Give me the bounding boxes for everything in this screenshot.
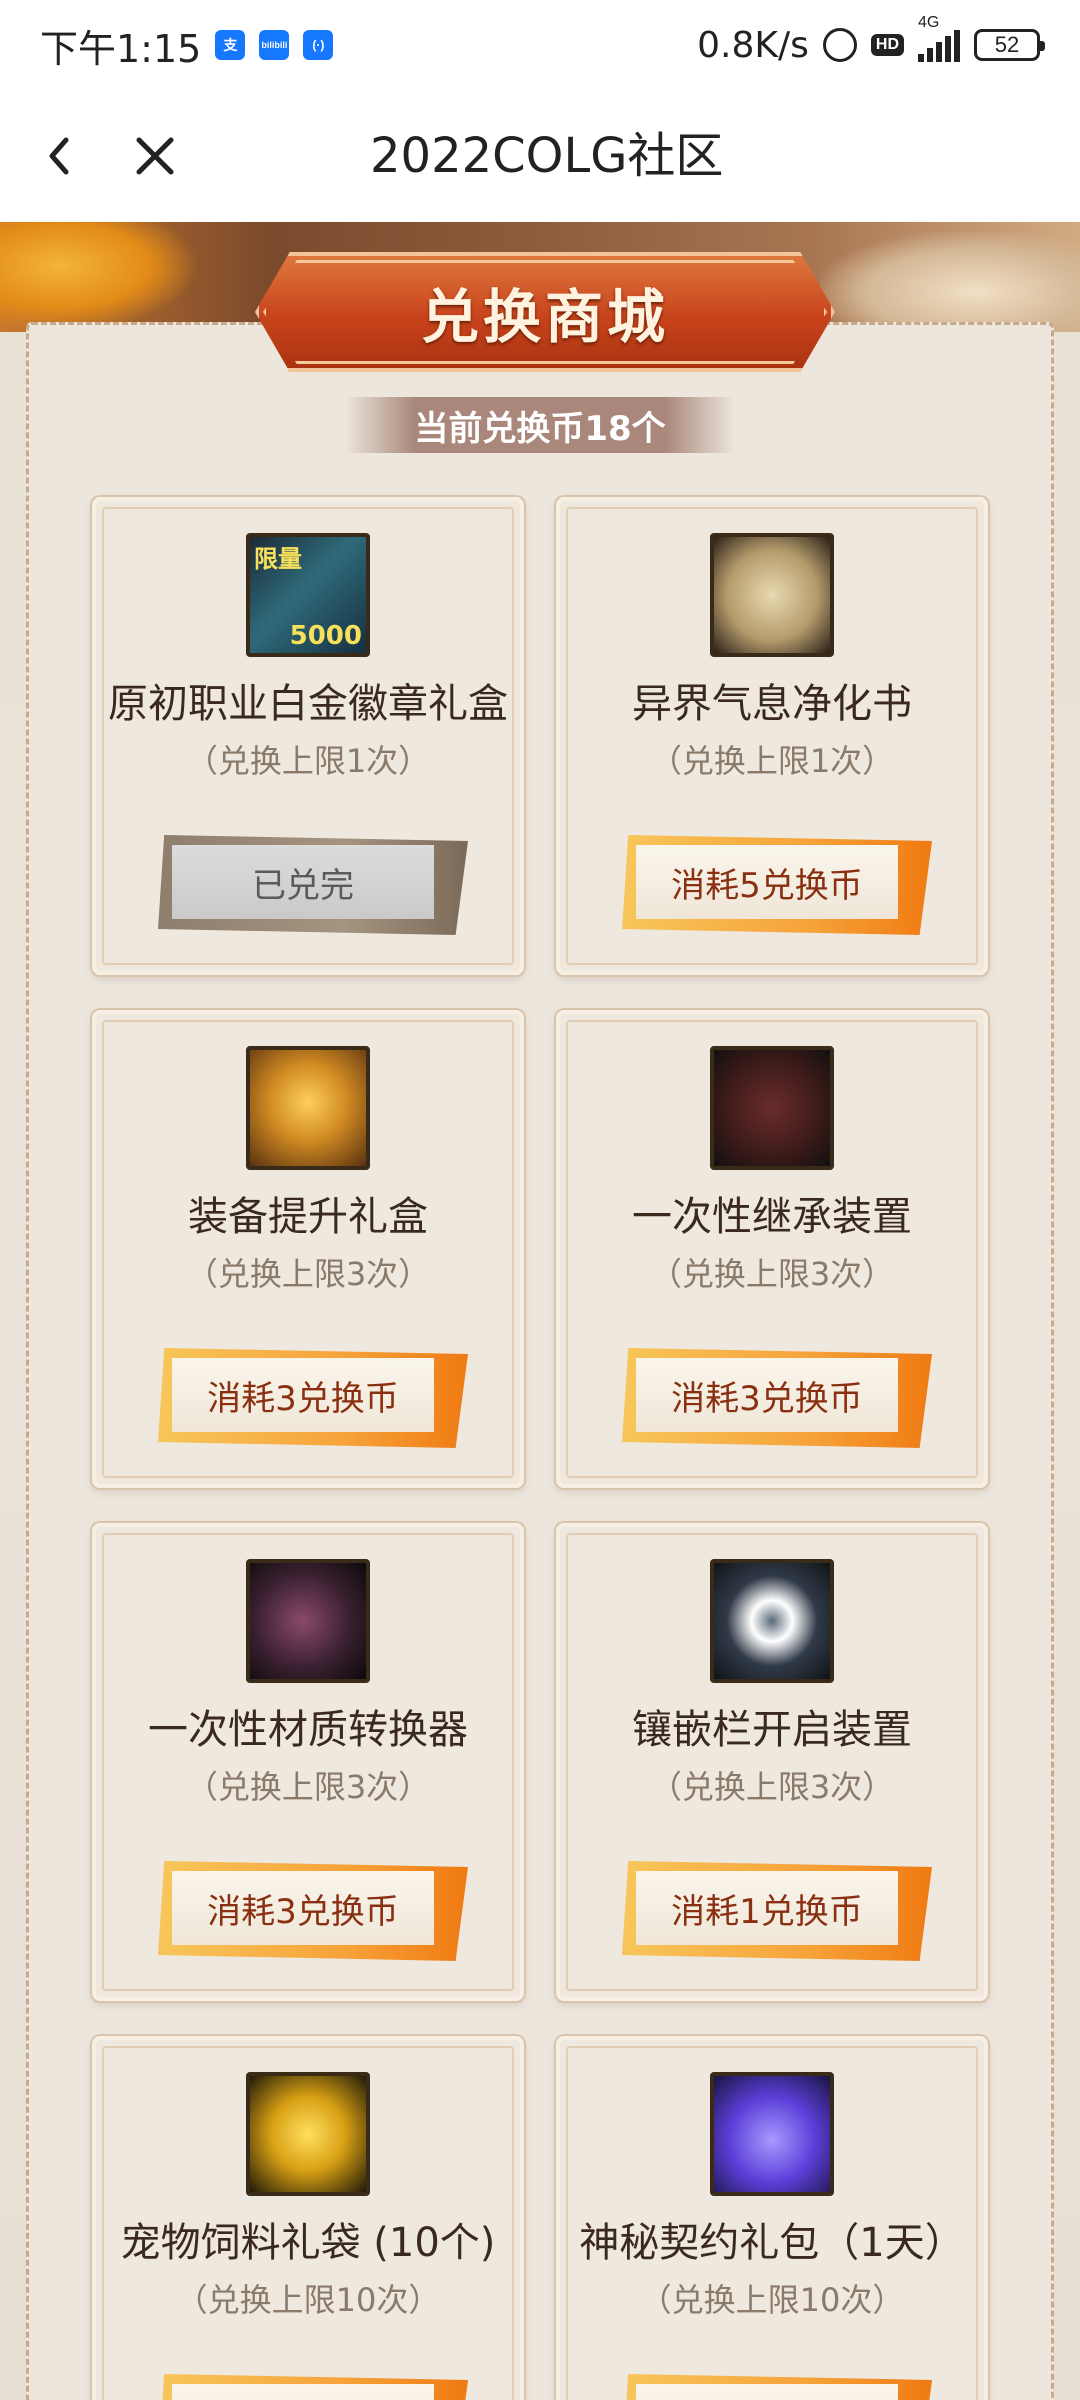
item-limit: （兑换上限1次） xyxy=(185,742,431,780)
item-card: 装备提升礼盒 （兑换上限3次） 消耗3兑换币 xyxy=(92,1010,524,1488)
nav-bar: 2022COLG社区 xyxy=(0,90,1080,222)
redeem-button[interactable]: 消耗3兑换币 xyxy=(158,1857,468,1961)
redeem-button[interactable] xyxy=(622,2370,932,2400)
broadcast-icon: (·) xyxy=(303,30,334,60)
redeem-button[interactable]: 消耗1兑换币 xyxy=(622,1857,932,1961)
close-icon xyxy=(136,137,174,175)
battery-icon: 52 xyxy=(974,29,1045,61)
coin-balance: 当前兑换币18个 xyxy=(345,397,735,453)
nav-title: 2022COLG社区 xyxy=(370,128,724,184)
redeemed-button-label: 已兑完 xyxy=(172,845,434,919)
redeem-button-label xyxy=(636,2384,898,2400)
quantity-label: 5000 xyxy=(289,621,362,651)
inherit-device-icon xyxy=(710,1046,834,1170)
network-type: 4G xyxy=(918,14,940,31)
redeemed-button[interactable]: 已兑完 xyxy=(158,831,468,935)
item-name: 镶嵌栏开启装置 xyxy=(632,1707,912,1753)
redeem-button-label: 消耗3兑换币 xyxy=(172,1871,434,1945)
redeem-button[interactable]: 消耗5兑换币 xyxy=(622,831,932,935)
chevron-left-icon xyxy=(49,137,69,175)
bilibili-icon: bilibili xyxy=(259,30,290,60)
item-name: 神秘契约礼包（1天） xyxy=(579,2220,965,2266)
page-title: 兑换商城 xyxy=(420,283,669,351)
shop-page[interactable]: 兑换商城 当前兑换币18个 限量 5000 原初职业白金徽章礼盒 （兑换上限1次… xyxy=(0,222,1080,2400)
redeem-button-label: 消耗1兑换币 xyxy=(636,1871,898,1945)
mystery-bag-icon xyxy=(710,2072,834,2196)
socket-opener-icon xyxy=(710,1559,834,1683)
item-limit: （兑换上限10次） xyxy=(639,2281,905,2319)
close-button[interactable] xyxy=(125,126,185,186)
coin-balance-text: 当前兑换币18个 xyxy=(414,408,666,449)
item-limit: （兑换上限3次） xyxy=(185,1768,431,1806)
status-left: 下午1:15 支 bilibili (·) xyxy=(40,18,334,73)
redeem-button[interactable] xyxy=(158,2370,468,2400)
material-converter-icon xyxy=(246,1559,370,1683)
redeem-button-label: 消耗5兑换币 xyxy=(636,845,898,919)
alarm-icon xyxy=(822,28,857,62)
autumn-leaf-decoration xyxy=(0,222,200,332)
item-limit: （兑换上限3次） xyxy=(649,1768,895,1806)
signal-icon: 4G xyxy=(918,14,960,62)
item-limit: （兑换上限1次） xyxy=(649,742,895,780)
alipay-icon: 支 xyxy=(215,30,246,60)
status-bar: 下午1:15 支 bilibili (·) 0.8K/s HD 4G 52 xyxy=(0,0,1080,90)
redeem-button-label xyxy=(172,2384,434,2400)
title-plaque: 兑换商城 xyxy=(255,252,835,372)
redeem-button[interactable]: 消耗3兑换币 xyxy=(158,1344,468,1448)
item-name: 异界气息净化书 xyxy=(632,681,912,727)
item-card: 神秘契约礼包（1天） （兑换上限10次） xyxy=(556,2036,988,2400)
redeem-button-label: 消耗3兑换币 xyxy=(172,1358,434,1432)
net-speed: 0.8K/s xyxy=(697,24,809,66)
status-time: 下午1:15 xyxy=(40,26,202,71)
item-card: 镶嵌栏开启装置 （兑换上限3次） 消耗1兑换币 xyxy=(556,1523,988,2001)
redeem-button[interactable]: 消耗3兑换币 xyxy=(622,1344,932,1448)
status-right: 0.8K/s HD 4G 52 xyxy=(697,14,1045,66)
redeem-button-label: 消耗3兑换币 xyxy=(636,1358,898,1432)
item-card: 异界气息净化书 （兑换上限1次） 消耗5兑换币 xyxy=(556,497,988,975)
item-card: 限量 5000 原初职业白金徽章礼盒 （兑换上限1次） 已兑完 xyxy=(92,497,524,975)
treasure-chest-icon xyxy=(246,1046,370,1170)
item-name: 一次性材质转换器 xyxy=(148,1707,468,1753)
item-name: 原初职业白金徽章礼盒 xyxy=(108,681,508,727)
hd-badge: HD xyxy=(870,34,904,56)
item-name: 装备提升礼盒 xyxy=(188,1194,428,1240)
item-name: 宠物饲料礼袋 (10个) xyxy=(120,2220,496,2266)
battery-level: 52 xyxy=(994,32,1020,57)
scroll-icon xyxy=(710,533,834,657)
item-limit: （兑换上限10次） xyxy=(175,2281,441,2319)
back-button[interactable] xyxy=(30,126,90,186)
item-limit: （兑换上限3次） xyxy=(649,1255,895,1293)
scroll-decoration xyxy=(820,232,1080,332)
item-limit: （兑换上限3次） xyxy=(185,1255,431,1293)
item-card: 宠物饲料礼袋 (10个) （兑换上限10次） xyxy=(92,2036,524,2400)
pet-feed-icon xyxy=(246,2072,370,2196)
item-card: 一次性继承装置 （兑换上限3次） 消耗3兑换币 xyxy=(556,1010,988,1488)
item-card: 一次性材质转换器 （兑换上限3次） 消耗3兑换币 xyxy=(92,1523,524,2001)
badge-box-icon: 限量 5000 xyxy=(246,533,370,657)
limited-label: 限量 xyxy=(254,545,302,573)
item-name: 一次性继承装置 xyxy=(632,1194,912,1240)
